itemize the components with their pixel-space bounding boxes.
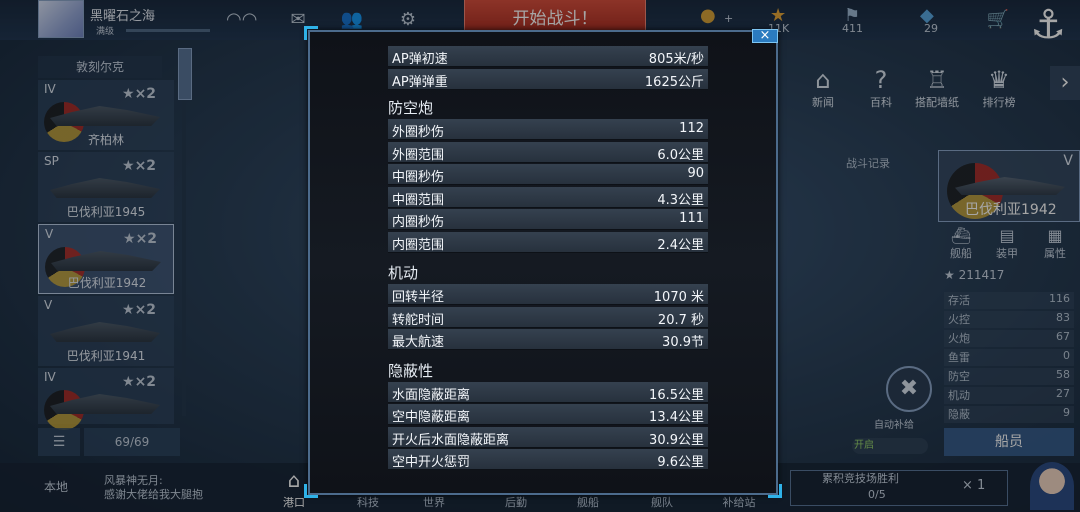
stat-label: 开火后水面隐蔽距离 <box>392 432 510 448</box>
stat-row: 水面隐蔽距离 16.5公里 <box>388 381 708 403</box>
stat-row: AP弹初速 805米/秒 <box>388 46 708 67</box>
stat-row: 外圈范围 6.0公里 <box>388 141 708 163</box>
corner-decoration <box>768 484 782 498</box>
stat-row: 转舵时间 20.7 秒 <box>388 306 708 328</box>
stat-label: 内圈秒伤 <box>392 215 445 230</box>
stat-row: 中圈秒伤 90 <box>388 164 708 185</box>
section-title: 隐蔽性 <box>388 361 434 380</box>
stat-label: AP弹弹重 <box>392 74 448 90</box>
stat-row: 最大航速 30.9节 <box>388 329 708 350</box>
stat-value: 30.9公里 <box>649 432 704 448</box>
stat-row: 内圈秒伤 111 <box>388 209 708 230</box>
stat-row: 内圈范围 2.4公里 <box>388 231 708 253</box>
section-title: 防空炮 <box>388 99 434 117</box>
stat-label: 内圈范围 <box>392 237 445 253</box>
corner-decoration <box>304 26 318 40</box>
stat-label: 空中开火惩罚 <box>392 455 471 470</box>
stat-row: 空中隐蔽距离 13.4公里 <box>388 404 708 425</box>
stat-label: 中圈秒伤 <box>392 170 445 185</box>
stat-row: 回转半径 1070 米 <box>388 284 708 305</box>
stat-value: 13.4公里 <box>649 410 704 425</box>
corner-decoration <box>304 484 318 498</box>
stat-value: 6.0公里 <box>657 147 704 163</box>
stat-label: 空中隐蔽距离 <box>392 410 471 425</box>
stat-row: 外圈秒伤 112 <box>388 119 708 140</box>
stat-value: 1070 米 <box>653 290 704 305</box>
stat-value: 2.4公里 <box>657 237 704 253</box>
stat-value: 20.7 秒 <box>657 312 704 328</box>
stat-label: AP弹初速 <box>392 52 448 67</box>
stat-label: 转舵时间 <box>392 312 445 328</box>
stat-value: 4.3公里 <box>657 192 704 208</box>
stat-label: 中圈范围 <box>392 192 445 208</box>
stat-label: 水面隐蔽距离 <box>392 387 471 403</box>
stat-value: 90 <box>687 166 704 181</box>
ship-stats-modal: AP弹初速 805米/秒 AP弹弹重 1625公斤防空炮外圈秒伤 112 外圈范围 6.0公… <box>308 30 778 495</box>
stat-row: 中圈范围 4.3公里 <box>388 186 708 208</box>
stat-value: 805米/秒 <box>648 52 704 67</box>
stat-label: 回转半径 <box>392 290 445 305</box>
close-button[interactable]: × <box>752 29 778 43</box>
stat-value: 9.6公里 <box>657 455 704 470</box>
stat-value: 112 <box>679 121 704 136</box>
stat-row: 空中开火惩罚 9.6公里 <box>388 449 708 470</box>
stat-row: 开火后水面隐蔽距离 30.9公里 <box>388 426 708 448</box>
stat-label: 最大航速 <box>392 335 445 350</box>
stat-row: AP弹弹重 1625公斤 <box>388 68 708 90</box>
stat-value: 111 <box>679 211 704 226</box>
stat-label: 外圈范围 <box>392 147 445 163</box>
stat-value: 1625公斤 <box>644 74 704 90</box>
stat-value: 16.5公里 <box>649 387 704 403</box>
section-title: 机动 <box>388 264 419 282</box>
stat-label: 外圈秒伤 <box>392 125 445 140</box>
stat-value: 30.9节 <box>662 335 704 350</box>
